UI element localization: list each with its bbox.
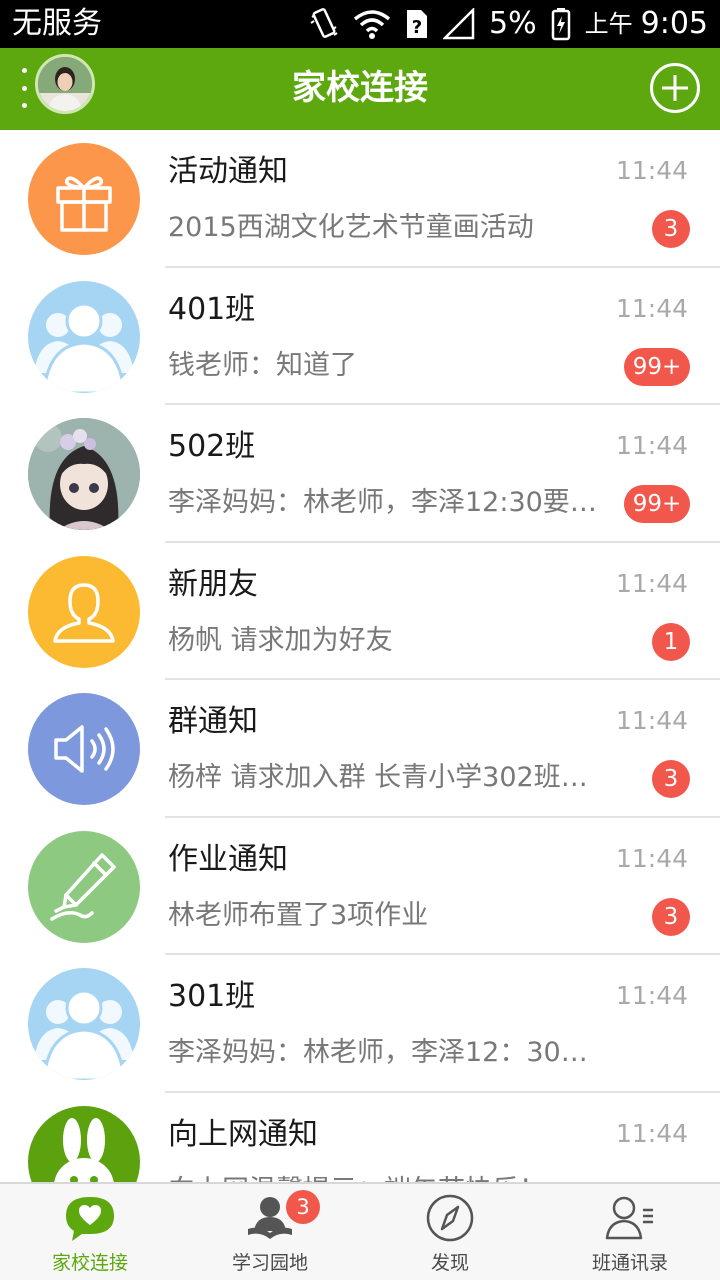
- gift-icon: [28, 143, 140, 255]
- clock-time: 9:05: [640, 6, 708, 41]
- conversation-preview: 向上网温馨提示：端午节快乐！: [168, 1173, 608, 1183]
- conversation-name: 群通知: [168, 704, 258, 739]
- tab-home-school[interactable]: 家校连接: [0, 1184, 180, 1280]
- conversation-time: 11:44: [615, 706, 688, 735]
- pen-icon: [28, 830, 140, 943]
- conversation-preview: 杨帆 请求加为好友: [168, 624, 393, 656]
- conversation-preview: 李泽妈妈：林老师，李泽12：30要请假: [168, 1037, 608, 1068]
- tab-discover[interactable]: 发现: [360, 1184, 540, 1280]
- conversation-name: 新朋友: [168, 566, 258, 602]
- rabbit-icon: [28, 1105, 140, 1182]
- speaker-icon: [28, 693, 140, 805]
- conversation-time: 11:44: [615, 156, 688, 185]
- unread-badge: 99+: [624, 485, 690, 523]
- bottom-nav: 家校连接 学习园地 3 发现 班通讯录: [0, 1182, 720, 1280]
- contacts-icon: [602, 1192, 658, 1244]
- unread-badge: 1: [652, 622, 690, 661]
- tab-study-garden[interactable]: 学习园地 3: [180, 1184, 360, 1280]
- status-icons: ? 5% 上午 9:05: [309, 6, 708, 42]
- unread-badge: 3: [652, 760, 690, 798]
- conversation-name: 401班: [168, 291, 256, 327]
- tab-class-contacts[interactable]: 班通讯录: [540, 1184, 720, 1280]
- tab-badge: 3: [286, 1190, 320, 1224]
- chat-heart-icon: [62, 1192, 118, 1244]
- conversation-preview: 钱老师：知道了: [168, 349, 357, 381]
- status-bar: 无服务 ? 5% 上午 9:05: [0, 0, 720, 48]
- conversation-item[interactable]: 作业通知 11:44 林老师布置了3项作业 3: [0, 818, 720, 955]
- battery-percentage: 5%: [489, 6, 537, 41]
- conversation-item[interactable]: 活动通知 11:44 2015西湖文化艺术节童画活动 3: [0, 130, 720, 268]
- person-icon: [28, 555, 140, 668]
- add-button[interactable]: [650, 63, 700, 113]
- sim-unknown-icon: ?: [405, 8, 429, 40]
- tab-label: 家校连接: [51, 1252, 128, 1274]
- conversation-item[interactable]: 502班 11:44 李泽妈妈：林老师，李泽12:30要请假 99+: [0, 405, 720, 543]
- conversation-item[interactable]: 群通知 11:44 杨梓 请求加入群 长青小学302班家长群 3: [0, 680, 720, 818]
- tab-label: 班通讯录: [591, 1252, 668, 1274]
- conversation-name: 作业通知: [168, 841, 288, 877]
- conversation-preview: 2015西湖文化艺术节童画活动: [168, 212, 534, 243]
- wifi-icon: [353, 9, 391, 39]
- conversation-time: 11:44: [615, 843, 688, 873]
- unread-badge: 3: [652, 210, 690, 248]
- unread-badge: 3: [652, 897, 690, 936]
- conversation-item[interactable]: 301班 11:44 李泽妈妈：林老师，李泽12：30要请假: [0, 955, 720, 1093]
- compass-icon: [422, 1192, 478, 1244]
- unread-badge: 99+: [624, 347, 690, 386]
- svg-text:?: ?: [412, 17, 422, 38]
- signal-icon: [443, 8, 475, 40]
- conversation-name: 向上网通知: [168, 1116, 318, 1152]
- group-icon: [28, 280, 140, 393]
- conversation-name: 301班: [168, 979, 256, 1014]
- conversation-preview: 李泽妈妈：林老师，李泽12:30要请假: [168, 487, 608, 518]
- page-title: 家校连接: [292, 68, 428, 108]
- conversation-item[interactable]: 新朋友 11:44 杨帆 请求加为好友 1: [0, 543, 720, 680]
- conversation-item[interactable]: 向上网通知 11:44 向上网温馨提示：端午节快乐！: [0, 1093, 720, 1183]
- group-icon: [28, 968, 140, 1080]
- conversation-item[interactable]: 401班 11:44 钱老师：知道了 99+: [0, 268, 720, 405]
- conversation-time: 11:44: [615, 568, 688, 598]
- conversation-time: 11:44: [615, 981, 688, 1010]
- girl-photo-avatar: [28, 418, 140, 530]
- conversation-time: 11:44: [615, 293, 688, 323]
- conversation-name: 502班: [168, 429, 256, 464]
- vibrate-icon: [309, 7, 339, 41]
- carrier-label: 无服务: [12, 6, 102, 41]
- conversation-time: 11:44: [615, 1118, 688, 1148]
- conversation-time: 11:44: [615, 431, 688, 460]
- conversation-preview: 林老师布置了3项作业: [168, 899, 429, 931]
- conversation-list: 活动通知 11:44 2015西湖文化艺术节童画活动 3 401班 11:44 …: [0, 130, 720, 1182]
- app-header: 家校连接: [0, 48, 720, 130]
- tab-label: 发现: [430, 1252, 469, 1274]
- conversation-name: 活动通知: [168, 154, 288, 189]
- tab-label: 学习园地: [231, 1252, 308, 1274]
- battery-charging-icon: [551, 7, 571, 41]
- time-ampm: 上午: [584, 10, 633, 38]
- conversation-preview: 杨梓 请求加入群 长青小学302班家长群: [168, 762, 608, 793]
